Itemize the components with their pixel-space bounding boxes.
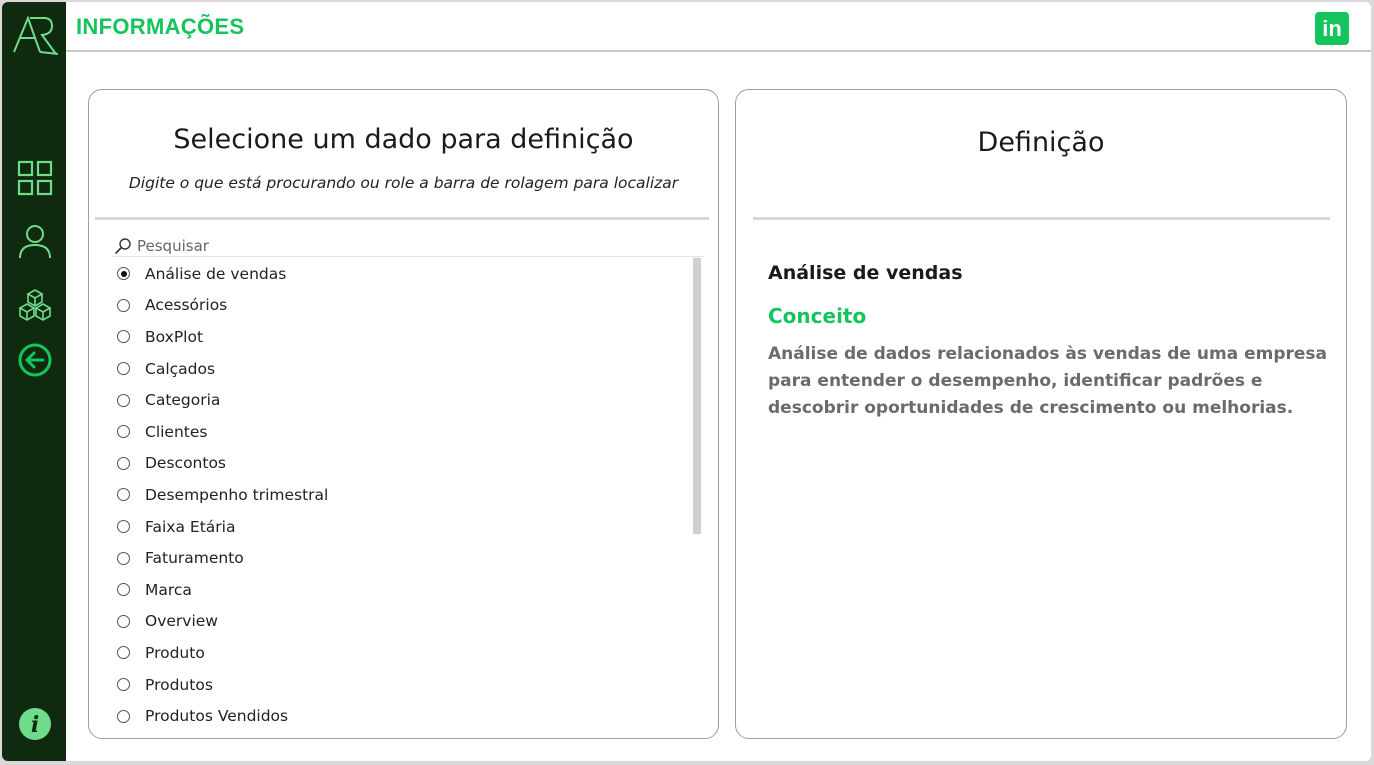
grid-icon[interactable] <box>16 159 54 197</box>
list-item-label: Análise de vendas <box>145 264 287 283</box>
radio-button[interactable] <box>117 646 130 660</box>
radio-button[interactable] <box>117 583 130 597</box>
radio-button[interactable] <box>117 520 130 534</box>
list-item-label: Calçados <box>145 359 216 378</box>
list-item-label: Faturamento <box>145 549 244 568</box>
radio-button[interactable] <box>117 330 130 344</box>
list-item[interactable]: BoxPlot <box>113 321 693 353</box>
list-item-label: Marca <box>145 580 192 599</box>
list-item-label: Acessórios <box>145 296 228 315</box>
linkedin-icon[interactable]: in <box>1315 12 1349 45</box>
definition-panel: Definição Análise de vendas Conceito Aná… <box>735 89 1347 739</box>
radio-button[interactable] <box>117 456 130 470</box>
list-item[interactable]: Faixa Etária <box>113 511 693 543</box>
list-item-label: Produtos Vendidos <box>145 707 289 726</box>
list-item[interactable]: Overview <box>113 606 693 638</box>
list-item[interactable]: Marca <box>113 574 693 606</box>
list-item[interactable]: Produtos <box>113 669 693 701</box>
radio-button[interactable] <box>117 488 130 502</box>
definition-divider <box>753 217 1330 220</box>
radio-button[interactable] <box>117 678 130 692</box>
list-item[interactable]: Produto <box>113 637 693 669</box>
selector-divider <box>95 217 709 220</box>
radio-button[interactable] <box>117 425 130 439</box>
radio-button[interactable] <box>117 267 130 281</box>
radio-button[interactable] <box>117 298 130 312</box>
cubes-icon[interactable] <box>16 286 54 324</box>
list-item[interactable]: Acessórios <box>113 290 693 322</box>
user-icon[interactable] <box>16 222 54 260</box>
list-item-label: Categoria <box>145 391 221 410</box>
definition-text: Análise de dados relacionados às vendas … <box>768 344 1327 418</box>
list-item[interactable]: Desempenho trimestral <box>113 479 693 511</box>
list-item[interactable]: Faturamento <box>113 542 693 574</box>
list-item-label: BoxPlot <box>145 327 204 346</box>
list-scrollbar[interactable] <box>693 258 701 534</box>
list-item-label: Produtos <box>145 675 213 694</box>
list-item-label: Overview <box>145 612 218 631</box>
definition-term: Análise de vendas <box>768 262 963 284</box>
list-item-label: Descontos <box>145 454 227 473</box>
radio-button[interactable] <box>117 362 130 376</box>
list-item[interactable]: Categoria <box>113 384 693 416</box>
list-item[interactable]: Clientes <box>113 416 693 448</box>
radio-button[interactable] <box>117 393 130 407</box>
definition-title: Definição <box>977 127 1105 158</box>
list-item[interactable]: Descontos <box>113 448 693 480</box>
radio-button[interactable] <box>117 709 130 723</box>
list-item[interactable]: Calçados <box>113 353 693 385</box>
ar-logo-icon <box>10 12 60 58</box>
radio-button[interactable] <box>117 551 130 565</box>
list-item[interactable]: Análise de vendas <box>113 258 693 290</box>
list-item-label: Desempenho trimestral <box>145 485 329 504</box>
selector-title: Selecione um dado para definição <box>173 124 634 155</box>
header: INFORMAÇÕES in <box>66 2 1371 52</box>
info-icon-label: i <box>31 712 39 738</box>
search-bar <box>113 235 704 257</box>
page-title: INFORMAÇÕES <box>76 14 245 39</box>
concept-heading: Conceito <box>768 304 867 328</box>
back-arrow-icon[interactable] <box>16 341 54 379</box>
list-item-label: Produto <box>145 643 205 662</box>
list-item-label: Faixa Etária <box>145 517 236 536</box>
search-icon <box>113 236 133 256</box>
app-frame: i INFORMAÇÕES in Selecione um dado para … <box>2 2 1371 761</box>
list-item-label: Clientes <box>145 422 208 441</box>
info-icon[interactable]: i <box>16 705 54 743</box>
search-input[interactable] <box>137 236 704 255</box>
radio-button[interactable] <box>117 614 130 628</box>
selector-panel: Selecione um dado para definição Digite … <box>88 89 719 739</box>
selector-subtitle: Digite o que está procurando ou role a b… <box>128 174 679 192</box>
sidebar: i <box>2 2 66 761</box>
list-item[interactable]: Produtos Vendidos <box>113 700 693 728</box>
definition-list: Análise de vendas Acessórios BoxPlot Calçad… <box>113 258 693 728</box>
